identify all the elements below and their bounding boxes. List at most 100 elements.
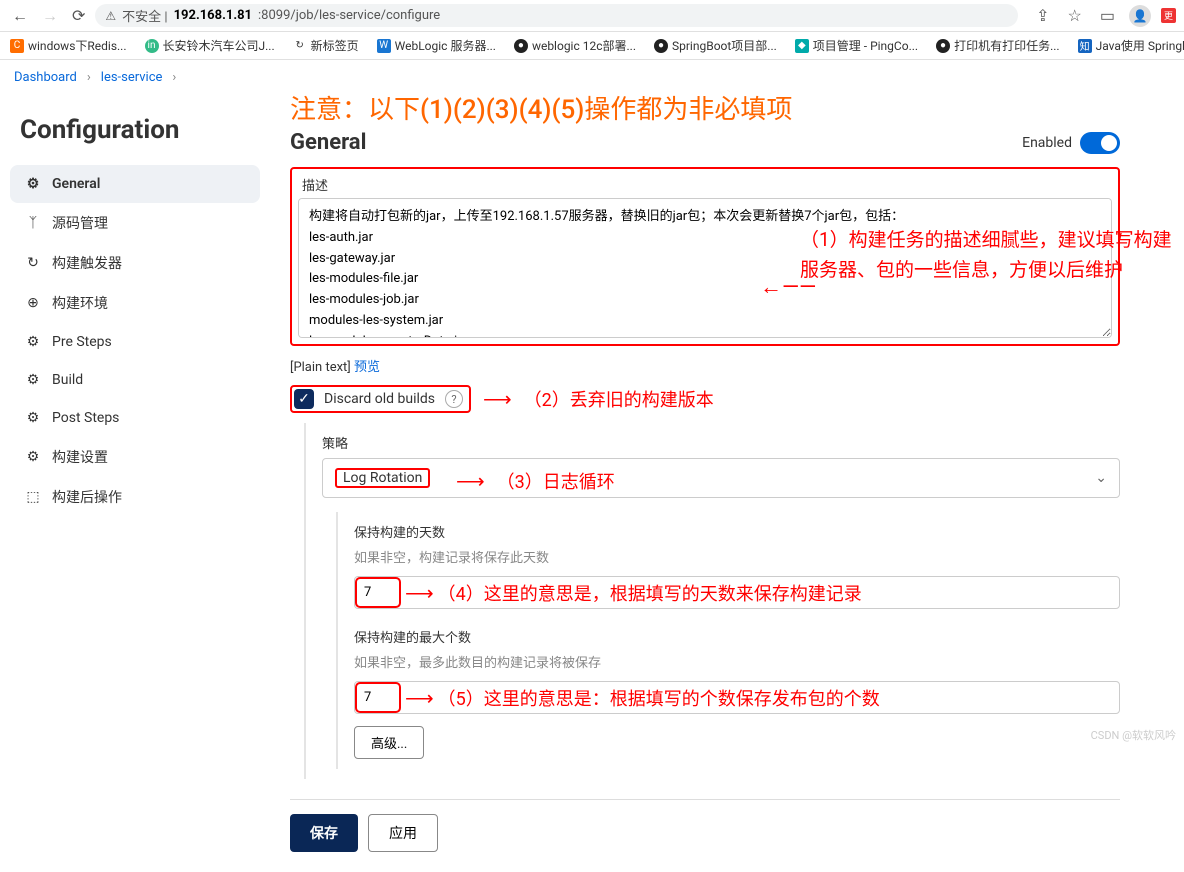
sidebar-item[interactable]: ⊕构建环境 bbox=[10, 283, 260, 323]
sidebar: Configuration ⚙ General ᛉ 源码管理 ↻ 构建触发器 ⊕构建环境 ⚙ P… bbox=[0, 95, 260, 872]
bookmark-label: Java使用 Springbo... bbox=[1096, 37, 1184, 54]
sidebar-item[interactable]: ᛉ 源码管理 bbox=[10, 203, 260, 243]
avatar[interactable]: 👤 bbox=[1129, 5, 1151, 27]
sidebar-item-label: Post Steps bbox=[52, 410, 119, 426]
arrow-icon: ←—— bbox=[760, 270, 816, 305]
enabled-label: Enabled bbox=[1022, 135, 1072, 151]
annotation-1: ←—— （1）构建任务的描述细腻些，建议填写构建服务器、包的一些信息，方便以后维… bbox=[800, 225, 1180, 286]
bookmark-icon: in bbox=[145, 39, 159, 53]
sidebar-icon: ᛉ bbox=[24, 214, 42, 232]
bookmark-label: 项目管理 - PingCo... bbox=[813, 37, 918, 54]
sidebar-item-label: 源码管理 bbox=[52, 213, 108, 233]
sidebar-item[interactable]: ⚙Build bbox=[10, 361, 260, 399]
bookmark-icon: ● bbox=[936, 39, 950, 53]
sidebar-icon: ⚙ bbox=[24, 175, 42, 193]
breadcrumb-dashboard[interactable]: Dashboard bbox=[14, 70, 77, 85]
save-button[interactable]: 保存 bbox=[290, 814, 358, 852]
sidebar-item[interactable]: ⚙ General bbox=[10, 165, 260, 203]
plain-text-label: [Plain text] bbox=[290, 360, 351, 375]
url-host: 192.168.1.81 bbox=[174, 8, 252, 23]
sidebar-item-label: 构建设置 bbox=[52, 447, 108, 467]
bookmark-label: 新标签页 bbox=[311, 37, 359, 54]
sidebar-item-label: 构建环境 bbox=[52, 293, 108, 313]
update-badge[interactable]: 更 bbox=[1161, 8, 1176, 23]
bookmark-star-icon[interactable]: ☆ bbox=[1064, 2, 1086, 29]
sidebar-icon: ⚙ bbox=[24, 409, 42, 427]
arrow-icon: ⟶ bbox=[456, 469, 485, 493]
sidebar-item-label: Build bbox=[52, 372, 83, 388]
bookmark-icon: ● bbox=[654, 39, 668, 53]
sidebar-item-label: General bbox=[52, 176, 100, 192]
apply-button[interactable]: 应用 bbox=[368, 814, 438, 852]
discard-checkbox[interactable]: ✓ bbox=[294, 389, 314, 409]
days-keep-input[interactable] bbox=[356, 578, 400, 607]
chevron-right-icon: › bbox=[87, 70, 91, 85]
bookmark-item[interactable]: ↻ 新标签页 bbox=[293, 37, 359, 54]
bookmark-item[interactable]: ● 打印机有打印任务... bbox=[936, 37, 1060, 54]
breadcrumb-job[interactable]: les-service bbox=[101, 70, 163, 85]
bookmark-label: 打印机有打印任务... bbox=[954, 37, 1060, 54]
sidebar-item-label: 构建后操作 bbox=[52, 487, 122, 507]
sidebar-item[interactable]: ⚙ 构建设置 bbox=[10, 437, 260, 477]
back-button[interactable]: ← bbox=[8, 2, 32, 30]
sidebar-item[interactable]: ↻ 构建触发器 bbox=[10, 243, 260, 283]
reload-button[interactable]: ⟳ bbox=[68, 2, 89, 29]
bookmark-icon: ◆ bbox=[795, 39, 809, 53]
annotation-3: （3）日志循环 bbox=[497, 468, 615, 494]
bookmark-icon: C bbox=[10, 39, 24, 53]
bookmark-label: windows下Redis... bbox=[28, 37, 127, 54]
bookmark-item[interactable]: 知 Java使用 Springbo... bbox=[1078, 37, 1184, 54]
max-keep-help: 如果非空，最多此数目的构建记录将被保存 bbox=[354, 652, 1120, 671]
sidebar-icon: ↻ bbox=[24, 254, 42, 272]
bookmark-item[interactable]: W WebLogic 服务器... bbox=[377, 37, 496, 54]
max-keep-label: 保持构建的最大个数 bbox=[354, 627, 1120, 646]
arrow-icon: ⟶ bbox=[405, 581, 434, 605]
bookmark-icon: ● bbox=[514, 39, 528, 53]
bookmark-icon: W bbox=[377, 39, 391, 53]
max-keep-input[interactable] bbox=[356, 683, 400, 712]
extension-icon[interactable]: ▭ bbox=[1096, 2, 1119, 29]
bookmark-icon: ↻ bbox=[293, 39, 307, 53]
sidebar-icon: ⚙ bbox=[24, 448, 42, 466]
sidebar-icon: ⚙ bbox=[24, 333, 42, 351]
bookmark-item[interactable]: in 长安铃木汽车公司J... bbox=[145, 37, 275, 54]
insecure-icon: ⚠ bbox=[105, 9, 116, 23]
annotation-2: （2）丢弃旧的构建版本 bbox=[524, 386, 714, 412]
bookmark-item[interactable]: ● weblogic 12c部署... bbox=[514, 37, 636, 54]
days-keep-help: 如果非空，构建记录将保存此天数 bbox=[354, 547, 1120, 566]
page-title: Configuration bbox=[10, 105, 260, 165]
annotation-4: （4）这里的意思是，根据填写的天数来保存构建记录 bbox=[438, 580, 862, 606]
chevron-right-icon: › bbox=[172, 70, 176, 85]
browser-toolbar: ← → ⟳ ⚠ 不安全 | 192.168.1.81 :8099/job/les… bbox=[0, 0, 1184, 32]
share-icon[interactable]: ⇪ bbox=[1032, 2, 1053, 29]
sidebar-item[interactable]: ⚙ Post Steps bbox=[10, 399, 260, 437]
enabled-toggle[interactable] bbox=[1080, 132, 1120, 154]
arrow-icon: ⟶ bbox=[405, 686, 434, 710]
forward-button[interactable]: → bbox=[38, 2, 62, 30]
annotation-top: 注意：以下(1)(2)(3)(4)(5)操作都为非必填项 bbox=[290, 89, 1120, 126]
bookmark-label: WebLogic 服务器... bbox=[395, 37, 496, 54]
description-label: 描述 bbox=[298, 175, 1112, 194]
url-bar[interactable]: ⚠ 不安全 | 192.168.1.81 :8099/job/les-servi… bbox=[95, 4, 1018, 27]
watermark: CSDN @软软风吟 bbox=[1091, 727, 1176, 743]
advanced-button[interactable]: 高级... bbox=[354, 726, 424, 759]
arrow-icon: ⟶ bbox=[483, 387, 512, 411]
sidebar-item-label: Pre Steps bbox=[52, 334, 112, 350]
help-icon[interactable]: ? bbox=[445, 390, 463, 408]
url-path: :8099/job/les-service/configure bbox=[258, 8, 440, 23]
discard-label: Discard old builds bbox=[324, 391, 435, 407]
bookmark-label: 长安铃木汽车公司J... bbox=[163, 37, 275, 54]
bookmark-label: weblogic 12c部署... bbox=[532, 37, 636, 54]
bookmark-item[interactable]: ◆ 项目管理 - PingCo... bbox=[795, 37, 918, 54]
bookmark-icon: 知 bbox=[1078, 39, 1092, 53]
sidebar-item[interactable]: ⬚ 构建后操作 bbox=[10, 477, 260, 517]
section-title: General bbox=[290, 130, 366, 155]
bookmark-label: SpringBoot项目部... bbox=[672, 37, 777, 54]
preview-link[interactable]: 预览 bbox=[354, 360, 380, 375]
sidebar-item[interactable]: ⚙ Pre Steps bbox=[10, 323, 260, 361]
annotation-5: （5）这里的意思是：根据填写的个数保存发布包的个数 bbox=[438, 685, 880, 711]
sidebar-item-label: 构建触发器 bbox=[52, 253, 122, 273]
bookmark-item[interactable]: Cwindows下Redis... bbox=[10, 37, 127, 54]
sidebar-icon: ⬚ bbox=[24, 488, 42, 506]
bookmark-item[interactable]: ● SpringBoot项目部... bbox=[654, 37, 777, 54]
